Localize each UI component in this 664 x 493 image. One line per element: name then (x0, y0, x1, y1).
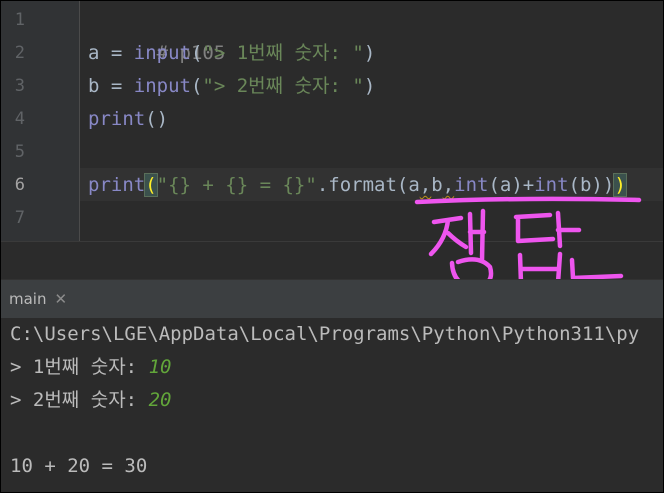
run-tab-label: main (9, 290, 47, 308)
close-icon[interactable]: ✕ (54, 290, 67, 308)
handwritten-annotation (414, 196, 642, 291)
console-prompt-line-2: > 2번째 숫자: 20 (10, 384, 171, 417)
hangul-dap-stroke (513, 210, 624, 286)
run-tab-main[interactable]: main ✕ (1, 280, 75, 318)
run-tool-window-tabs: main ✕ (1, 279, 663, 319)
underline-stroke (414, 196, 642, 205)
prompt-text: > 1번째 숫자: (10, 356, 149, 378)
console-path-line: C:\Users\LGE\AppData\Local\Programs\Pyth… (10, 323, 640, 345)
user-input-value: 20 (148, 389, 172, 411)
run-console[interactable]: C:\Users\LGE\AppData\Local\Programs\Pyth… (1, 318, 663, 492)
user-input-value: 10 (148, 356, 172, 378)
ide-window: 1 2 3 4 5 6 7 # p105 a = input("> 1번째 숫자… (0, 0, 664, 493)
console-result-line: 10 + 20 = 30 (10, 455, 148, 477)
console-prompt-line-1: > 1번째 숫자: 10 (10, 351, 171, 384)
hangul-jeong-stroke (428, 208, 494, 291)
prompt-text: > 2번째 숫자: (10, 389, 149, 411)
